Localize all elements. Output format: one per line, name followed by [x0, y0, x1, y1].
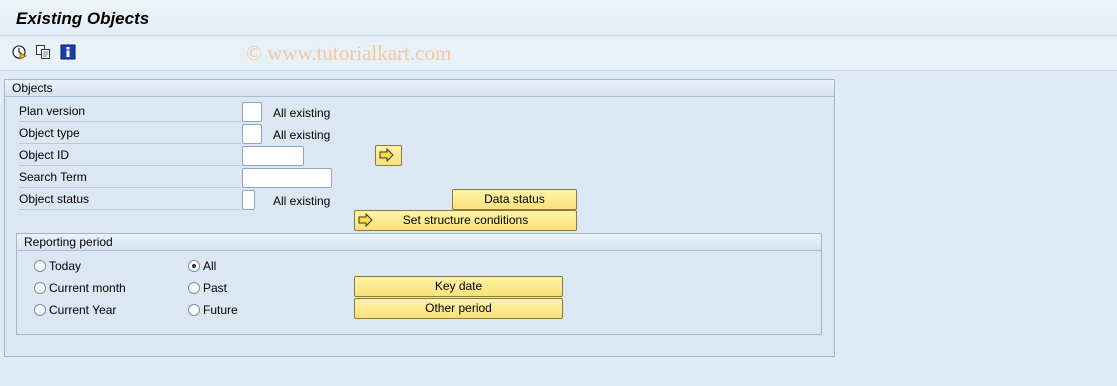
object-status-label: Object status	[19, 190, 241, 210]
data-status-button[interactable]: Data status	[452, 189, 577, 210]
future-radio[interactable]	[188, 304, 200, 316]
objects-group-header: Objects	[5, 80, 834, 97]
objects-group: Objects Plan version Object type Object …	[4, 79, 835, 357]
application-toolbar	[0, 37, 1117, 71]
past-label: Past	[203, 281, 228, 295]
future-label: Future	[203, 303, 238, 317]
current-year-radio[interactable]	[34, 304, 46, 316]
current-year-label: Current Year	[49, 303, 117, 317]
copy-icon[interactable]	[35, 44, 51, 60]
execute-icon[interactable]	[11, 44, 27, 60]
current-month-label: Current month	[49, 281, 126, 295]
past-radio[interactable]	[188, 282, 200, 294]
plan-version-all-existing: All existing	[273, 106, 331, 120]
all-label: All	[203, 259, 217, 273]
object-status-input[interactable]	[242, 190, 255, 210]
object-type-input[interactable]	[242, 124, 262, 144]
all-radio[interactable]	[188, 260, 200, 272]
plan-version-label: Plan version	[19, 102, 241, 122]
reporting-period-header: Reporting period	[17, 234, 821, 251]
title-bar: Existing Objects	[0, 0, 1117, 36]
today-radio[interactable]	[34, 260, 46, 272]
object-id-label: Object ID	[19, 146, 241, 166]
current-month-radio[interactable]	[34, 282, 46, 294]
reporting-period-group: Reporting period Today Current month Cur…	[16, 233, 822, 335]
set-structure-conditions-button[interactable]: Set structure conditions	[354, 210, 577, 231]
watermark: © www.tutorialkart.com	[246, 41, 452, 65]
search-term-input[interactable]	[242, 168, 332, 188]
arrow-right-icon	[379, 147, 395, 168]
object-status-all-existing: All existing	[273, 194, 331, 208]
plan-version-input[interactable]	[242, 102, 262, 122]
arrow-right-icon	[358, 212, 374, 233]
today-label: Today	[49, 259, 82, 273]
search-term-label: Search Term	[19, 168, 241, 188]
multiple-selection-button[interactable]	[375, 145, 402, 166]
page-title: Existing Objects	[16, 9, 150, 28]
key-date-button[interactable]: Key date	[354, 276, 563, 297]
object-type-all-existing: All existing	[273, 128, 331, 142]
other-period-button[interactable]: Other period	[354, 298, 563, 319]
object-type-label: Object type	[19, 124, 241, 144]
info-icon[interactable]	[60, 44, 76, 60]
set-structure-conditions-label: Set structure conditions	[402, 213, 529, 227]
object-id-input[interactable]	[242, 146, 304, 166]
